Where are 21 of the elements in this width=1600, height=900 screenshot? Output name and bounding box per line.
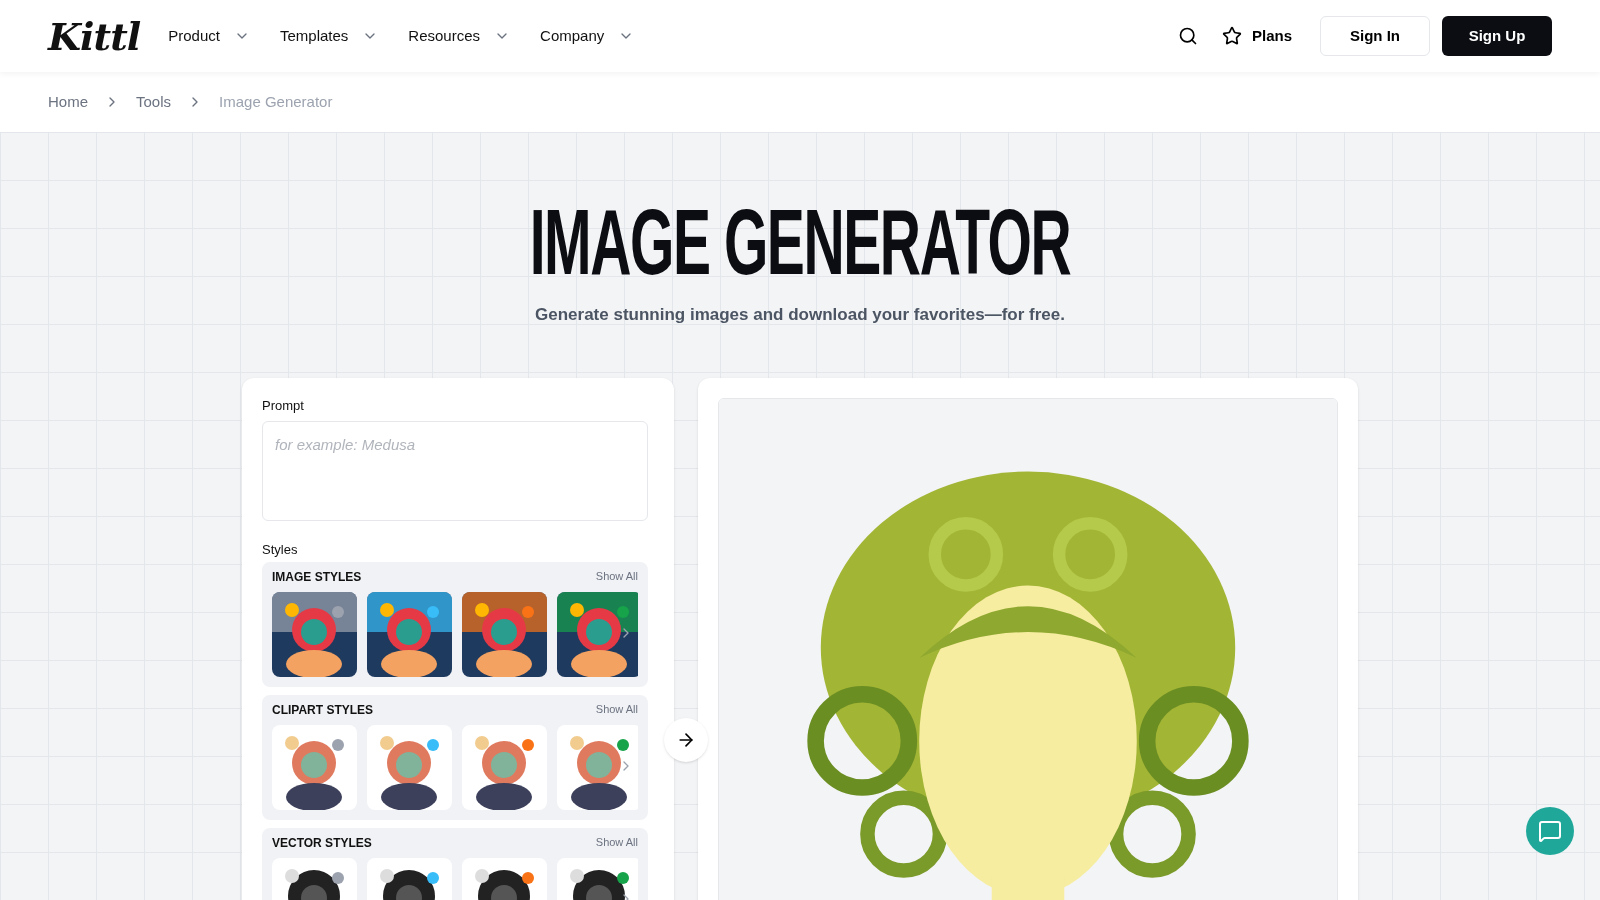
subtitle: Generate stunning images and download your favorites—for free. (535, 304, 1065, 326)
group-title: VECTOR STYLES (272, 834, 372, 852)
logo[interactable]: Kittl (48, 7, 141, 65)
group-title: CLIPART STYLES (272, 701, 374, 719)
breadcrumb-link[interactable]: Tools (136, 90, 172, 114)
sign-in-button[interactable]: Sign In (1320, 16, 1430, 56)
show-all-link[interactable]: Show All (595, 834, 638, 851)
nav-menu[interactable]: Templates (279, 24, 379, 48)
show-all-link[interactable]: Show All (595, 701, 638, 718)
nav-menu[interactable]: Product (168, 24, 250, 48)
breadcrumb-link[interactable]: Home (48, 90, 88, 114)
page-title: IMAGE GENERATOR (529, 192, 1071, 292)
nav-menu[interactable]: Resources (408, 24, 511, 48)
sign-up-button[interactable]: Sign Up (1442, 16, 1552, 56)
prompt-field[interactable]: for example: Medusa (262, 421, 648, 521)
prompt-label: Prompt (262, 396, 305, 415)
nav-menu[interactable]: Company (540, 24, 635, 48)
styles-label: Styles (262, 541, 299, 559)
plans-link[interactable]: Plans (1221, 24, 1292, 48)
group-title: IMAGE STYLES (272, 568, 362, 586)
show-all-link[interactable]: Show All (595, 568, 638, 585)
